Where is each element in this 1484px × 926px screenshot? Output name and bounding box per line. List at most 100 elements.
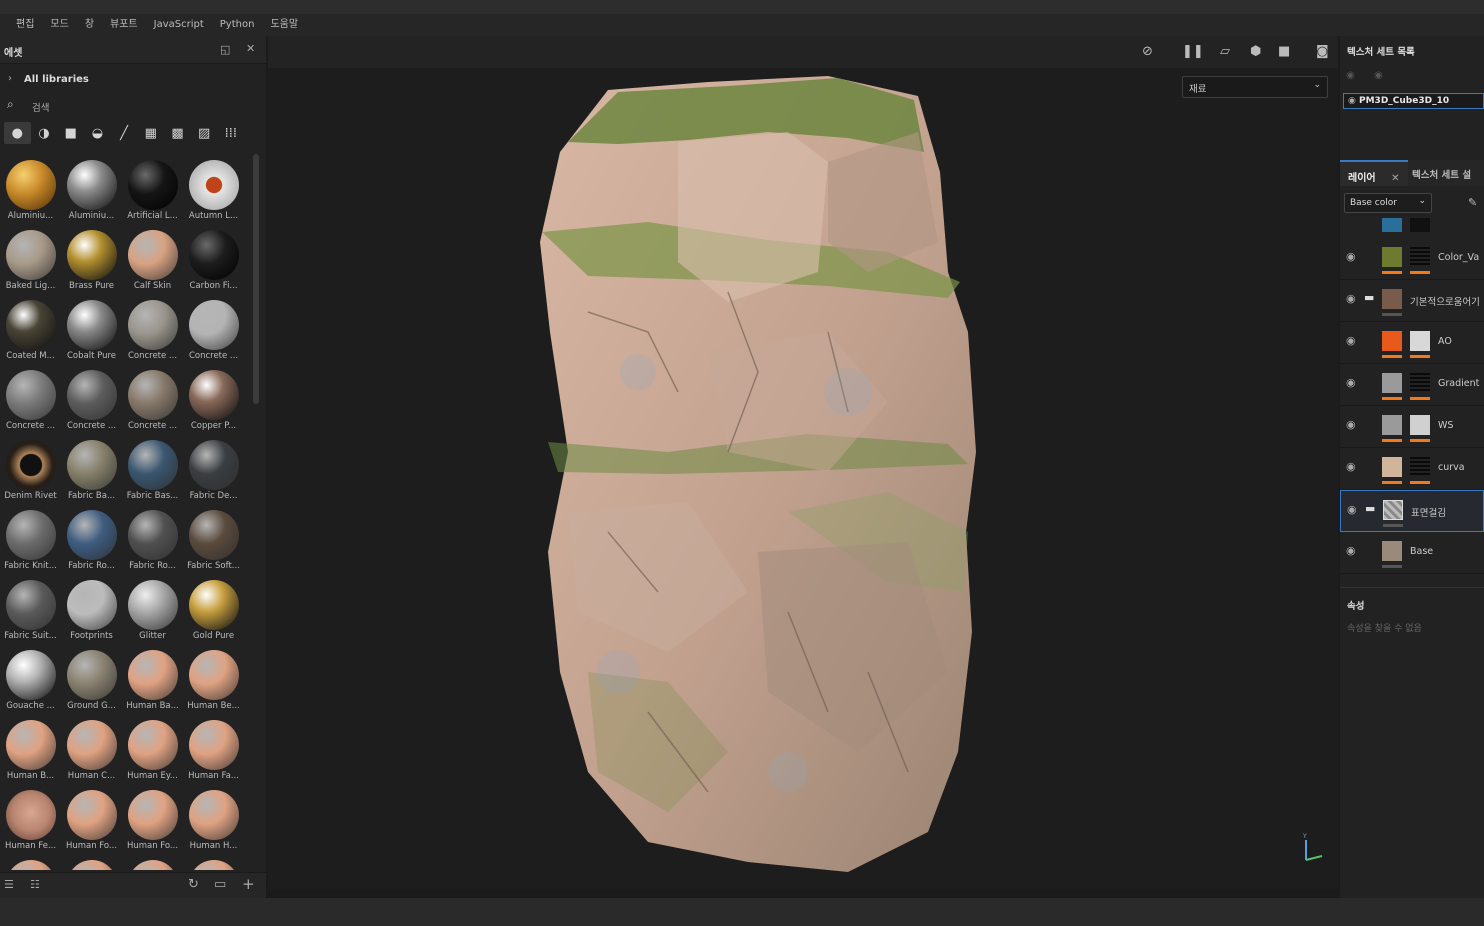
- asset-tile[interactable]: Cobalt Pure: [61, 294, 122, 364]
- menu-item[interactable]: 도움말: [262, 14, 306, 36]
- eye-icon[interactable]: ◉: [1346, 70, 1355, 81]
- asset-scrollbar[interactable]: [253, 154, 259, 404]
- asset-tile[interactable]: Concrete ...: [122, 294, 183, 364]
- menu-item[interactable]: Python: [212, 14, 263, 36]
- display-mode-icon[interactable]: ▱: [1220, 44, 1230, 59]
- layer-mask-thumbnail[interactable]: [1410, 373, 1430, 393]
- layer-mask-thumbnail[interactable]: [1410, 457, 1430, 477]
- asset-tile[interactable]: Copper P...: [183, 364, 244, 434]
- eye-icon[interactable]: ◉: [1348, 96, 1356, 106]
- add-icon[interactable]: +: [242, 875, 255, 893]
- asset-tile[interactable]: Artificial L...: [122, 154, 183, 224]
- folder-icon[interactable]: ▭: [214, 877, 226, 892]
- particle-icon[interactable]: ▦: [137, 122, 164, 144]
- asset-tile[interactable]: Ground G...: [61, 644, 122, 714]
- undock-icon[interactable]: ◱: [220, 43, 230, 56]
- eye-icon[interactable]: ◉: [1346, 334, 1356, 347]
- asset-tile[interactable]: Autumn L...: [183, 154, 244, 224]
- layer-row[interactable]: ◉ Color_Va: [1340, 238, 1484, 280]
- layer-row[interactable]: ◉ Gradient: [1340, 364, 1484, 406]
- asset-tile[interactable]: Brass Pure: [61, 224, 122, 294]
- refresh-icon[interactable]: ↻: [188, 877, 199, 892]
- list-view-icon[interactable]: ☰: [4, 878, 14, 891]
- asset-tile[interactable]: Concrete ...: [183, 294, 244, 364]
- layer-row[interactable]: ◉ AO: [1340, 322, 1484, 364]
- eye-icon[interactable]: ◉: [1346, 376, 1356, 389]
- menu-item[interactable]: JavaScript: [146, 14, 212, 36]
- asset-tile[interactable]: [61, 854, 122, 870]
- eye-icon[interactable]: ◉: [1374, 70, 1383, 81]
- tree-view-icon[interactable]: ☷: [30, 878, 40, 891]
- screenshot-icon[interactable]: ◙: [1316, 44, 1329, 59]
- asset-tile[interactable]: Human Ey...: [122, 714, 183, 784]
- layer-row[interactable]: ◉ ▬ 표면걸김: [1340, 490, 1484, 532]
- camera-video-icon[interactable]: ■: [1278, 44, 1290, 59]
- asset-tile[interactable]: Fabric Suit...: [0, 574, 61, 644]
- asset-tile[interactable]: Human Ba...: [122, 644, 183, 714]
- eye-icon[interactable]: ◉: [1346, 418, 1356, 431]
- asset-tile[interactable]: Fabric Soft...: [183, 504, 244, 574]
- brush-icon[interactable]: ╱: [111, 122, 138, 144]
- layer-row[interactable]: ◉ curva: [1340, 448, 1484, 490]
- material-icon[interactable]: ◒: [84, 122, 111, 144]
- asset-tile[interactable]: Aluminiu...: [0, 154, 61, 224]
- asset-tile[interactable]: Fabric Ro...: [61, 504, 122, 574]
- asset-tile[interactable]: Human B...: [0, 714, 61, 784]
- cube-view-icon[interactable]: ⬢: [1250, 44, 1261, 59]
- asset-tile[interactable]: Coated M...: [0, 294, 61, 364]
- close-icon[interactable]: ✕: [1391, 173, 1399, 184]
- asset-tile[interactable]: Fabric Bas...: [122, 434, 183, 504]
- asset-tile[interactable]: Fabric De...: [183, 434, 244, 504]
- layer-row[interactable]: ◉ Base: [1340, 532, 1484, 574]
- library-selector[interactable]: › All libraries: [0, 70, 266, 90]
- eye-icon[interactable]: ◉: [1346, 292, 1356, 305]
- asset-tile[interactable]: Glitter: [122, 574, 183, 644]
- menu-item[interactable]: 뷰포트: [102, 14, 146, 36]
- pause-icon[interactable]: ❚❚: [1182, 44, 1204, 59]
- channel-dropdown[interactable]: 재료 ⌄: [1182, 76, 1328, 98]
- layer-mask-thumbnail[interactable]: [1410, 331, 1430, 351]
- close-icon[interactable]: ✕: [246, 42, 255, 55]
- eye-icon[interactable]: ◉: [1347, 503, 1357, 516]
- asset-tile[interactable]: Fabric Ba...: [61, 434, 122, 504]
- asset-tile[interactable]: Carbon Fi...: [183, 224, 244, 294]
- half-sphere-icon[interactable]: ◑: [31, 122, 58, 144]
- asset-tile[interactable]: [122, 854, 183, 870]
- hide-ui-icon[interactable]: ⊘: [1142, 44, 1153, 59]
- wrench-icon[interactable]: ✎: [1468, 196, 1477, 209]
- menu-item[interactable]: 편집: [8, 14, 42, 36]
- asset-tile[interactable]: Fabric Ro...: [122, 504, 183, 574]
- asset-tile[interactable]: Concrete ...: [0, 364, 61, 434]
- asset-search[interactable]: ⌕ 검색: [0, 96, 266, 116]
- layer-row[interactable]: ◉ WS: [1340, 406, 1484, 448]
- asset-tile[interactable]: Gold Pure: [183, 574, 244, 644]
- eye-icon[interactable]: ◉: [1346, 460, 1356, 473]
- asset-tile[interactable]: [0, 854, 61, 870]
- layer-mask-thumbnail[interactable]: [1410, 247, 1430, 267]
- asset-tile[interactable]: Footprints: [61, 574, 122, 644]
- pattern-icon[interactable]: ▩: [164, 122, 191, 144]
- search-input[interactable]: 검색: [32, 100, 49, 114]
- asset-tile[interactable]: Human Fa...: [183, 714, 244, 784]
- asset-tile[interactable]: Gouache ...: [0, 644, 61, 714]
- asset-tile[interactable]: [183, 854, 244, 870]
- asset-tile[interactable]: Aluminiu...: [61, 154, 122, 224]
- asset-tile[interactable]: Calf Skin: [122, 224, 183, 294]
- asset-tile[interactable]: Human C...: [61, 714, 122, 784]
- asset-tile[interactable]: Human Fo...: [61, 784, 122, 854]
- sphere-icon[interactable]: ●: [4, 122, 31, 144]
- menu-item[interactable]: 창: [77, 14, 102, 36]
- asset-tile[interactable]: Human H...: [183, 784, 244, 854]
- asset-tile[interactable]: Baked Lig...: [0, 224, 61, 294]
- folder-icon[interactable]: ▬: [1365, 502, 1375, 515]
- 3d-viewport[interactable]: ⊘ ❚❚ ▱ ⬢ ■ ◙ 재료 ⌄ Y: [268, 36, 1338, 890]
- texture-set-item[interactable]: ◉ PM3D_Cube3D_10: [1343, 93, 1484, 109]
- menu-item[interactable]: 모드: [42, 14, 76, 36]
- image-icon[interactable]: ▨: [191, 122, 218, 144]
- layer-mask-thumbnail[interactable]: [1410, 415, 1430, 435]
- asset-tile[interactable]: Human Fo...: [122, 784, 183, 854]
- eye-icon[interactable]: ◉: [1346, 544, 1356, 557]
- asset-tile[interactable]: Concrete ...: [122, 364, 183, 434]
- layer-row[interactable]: ◉ ▬ 기본적으로움어기: [1340, 280, 1484, 322]
- square-icon[interactable]: ■: [57, 122, 84, 144]
